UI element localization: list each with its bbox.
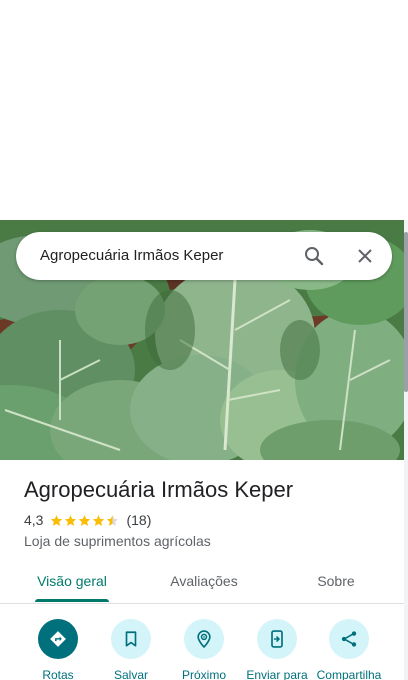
tab-reviews[interactable]: Avaliações: [150, 562, 258, 602]
scrollbar-thumb[interactable]: [404, 232, 408, 392]
tab-indicator: [35, 599, 109, 602]
send-to-phone-icon: [257, 619, 297, 659]
place-title: Agropecuária Irmãos Keper: [24, 477, 294, 502]
bookmark-icon: [111, 619, 151, 659]
directions-icon: [38, 619, 78, 659]
tab-bar: Visão geral Avaliações Sobre: [0, 562, 404, 604]
half-star-icon: [107, 514, 119, 526]
search-input[interactable]: Agropecuária Irmãos Keper: [40, 232, 223, 280]
search-icon[interactable]: [302, 244, 326, 268]
star-icon: [79, 514, 91, 526]
place-panel: Agropecuária Irmãos Keper Agropecuária I…: [0, 0, 408, 680]
rating-row[interactable]: 4,3 (18): [24, 511, 151, 529]
star-icon: [93, 514, 105, 526]
star-rating: [50, 514, 120, 527]
star-icon: [51, 514, 63, 526]
nearby-icon: [184, 619, 224, 659]
action-bar: Rotas Salvar Próximo Enviar para Compart…: [0, 606, 404, 680]
tab-overview[interactable]: Visão geral: [20, 562, 124, 602]
map-area[interactable]: [0, 0, 408, 220]
review-count[interactable]: (18): [126, 512, 151, 528]
share-icon: [329, 619, 369, 659]
tab-about[interactable]: Sobre: [286, 562, 386, 602]
place-category[interactable]: Loja de suprimentos agrícolas: [24, 533, 211, 549]
search-bar[interactable]: Agropecuária Irmãos Keper: [16, 232, 392, 280]
close-icon[interactable]: [353, 244, 377, 268]
star-icon: [65, 514, 77, 526]
rating-value: 4,3: [24, 512, 44, 528]
share-button[interactable]: Compartilha: [311, 606, 387, 680]
share-label: Compartilha: [316, 668, 382, 680]
